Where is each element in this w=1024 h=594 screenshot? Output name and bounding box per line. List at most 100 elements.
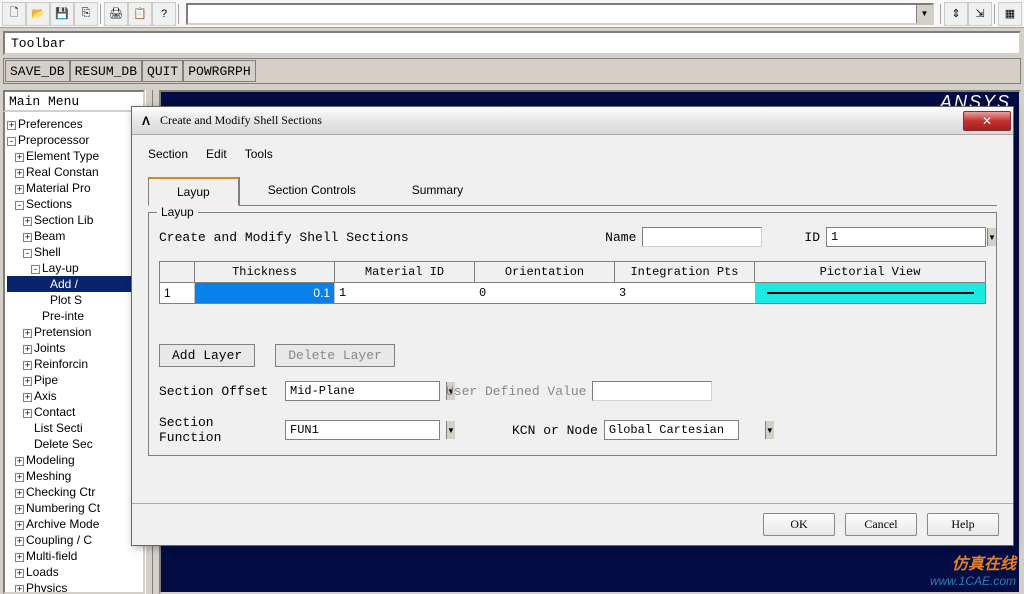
tree-item-modeling[interactable]: +Modeling (7, 452, 141, 468)
tree-item-shell[interactable]: -Shell (7, 244, 141, 260)
tree-item-real-constan[interactable]: +Real Constan (7, 164, 141, 180)
tree-item-plot-s[interactable]: Plot S (7, 292, 141, 308)
kcn-combo[interactable]: ▼ (604, 420, 739, 440)
chevron-down-icon[interactable]: ▼ (987, 228, 996, 246)
expander-icon[interactable]: - (7, 137, 16, 146)
print-icon[interactable]: 🖨 (104, 2, 128, 26)
tree-item-numbering-ct[interactable]: +Numbering Ct (7, 500, 141, 516)
resum-db-button[interactable]: RESUM_DB (70, 60, 142, 82)
tree-item-joints[interactable]: +Joints (7, 340, 141, 356)
tree-item-pipe[interactable]: +Pipe (7, 372, 141, 388)
expander-icon[interactable]: + (23, 377, 32, 386)
help-button[interactable]: Help (927, 513, 999, 536)
menu-edit[interactable]: Edit (206, 147, 227, 161)
expander-icon[interactable]: + (23, 233, 32, 242)
id-combo[interactable]: ▼ (826, 227, 986, 247)
menu-tools[interactable]: Tools (245, 147, 273, 161)
expander-icon[interactable]: + (15, 585, 24, 592)
tree-item-label: Beam (34, 229, 65, 243)
cell-orientation[interactable] (475, 283, 615, 303)
tab-layup[interactable]: Layup (148, 177, 239, 206)
tree-item-delete-sec[interactable]: Delete Sec (7, 436, 141, 452)
expander-icon[interactable]: + (23, 409, 32, 418)
cell-material-id[interactable]: ▼ (335, 283, 475, 303)
tree-item-physics[interactable]: +Physics (7, 580, 141, 592)
dialog-titlebar[interactable]: Λ Create and Modify Shell Sections ✕ (132, 107, 1013, 135)
main-menu-tree[interactable]: +Preferences-Preprocessor+Element Type+R… (5, 114, 143, 592)
expander-icon[interactable]: + (15, 505, 24, 514)
tree-item-list-secti[interactable]: List Secti (7, 420, 141, 436)
tree-item-archive-mode[interactable]: +Archive Mode (7, 516, 141, 532)
close-icon[interactable]: ✕ (963, 111, 1011, 131)
tree-item-pretension[interactable]: +Pretension (7, 324, 141, 340)
tab-section-controls[interactable]: Section Controls (239, 177, 384, 205)
tree-item-contact[interactable]: +Contact (7, 404, 141, 420)
powrgrph-button[interactable]: POWRGRPH (183, 60, 255, 82)
paste-icon[interactable]: 📋 (128, 2, 152, 26)
tree-item-preferences[interactable]: +Preferences (7, 116, 141, 132)
expander-icon[interactable]: + (7, 121, 16, 130)
combo-dropdown-icon[interactable]: ▼ (916, 5, 932, 23)
expander-icon[interactable]: + (23, 329, 32, 338)
save-icon[interactable]: 💾 (50, 2, 74, 26)
command-input[interactable] (188, 5, 916, 23)
tab-summary[interactable]: Summary (384, 177, 491, 205)
expander-icon[interactable]: - (15, 201, 24, 210)
cancel-button[interactable]: Cancel (845, 513, 917, 536)
cell-thickness[interactable]: 0.1 (195, 283, 335, 303)
fit-icon[interactable]: ⇲ (968, 2, 992, 26)
tree-item-loads[interactable]: +Loads (7, 564, 141, 580)
id-input[interactable] (827, 230, 987, 244)
tree-item-material-pro[interactable]: +Material Pro (7, 180, 141, 196)
expander-icon[interactable]: + (15, 489, 24, 498)
expander-icon[interactable]: + (15, 473, 24, 482)
quit-button[interactable]: QUIT (142, 60, 183, 82)
expander-icon[interactable]: + (15, 521, 24, 530)
save-db-button[interactable]: SAVE_DB (5, 60, 70, 82)
pan-icon[interactable]: ⇕ (944, 2, 968, 26)
chevron-down-icon[interactable]: ▼ (446, 421, 455, 439)
copy-icon[interactable]: ⎘ (74, 2, 98, 26)
tree-item-element-type[interactable]: +Element Type (7, 148, 141, 164)
tree-item-meshing[interactable]: +Meshing (7, 468, 141, 484)
expander-icon[interactable]: + (15, 457, 24, 466)
iso-icon[interactable]: ▦ (998, 2, 1022, 26)
expander-icon[interactable]: + (23, 393, 32, 402)
tree-item-add-[interactable]: Add / (7, 276, 141, 292)
tree-item-section-lib[interactable]: +Section Lib (7, 212, 141, 228)
expander-icon[interactable]: + (15, 553, 24, 562)
ok-button[interactable]: OK (763, 513, 835, 536)
new-icon[interactable]: 🗋 (2, 2, 26, 26)
expander-icon[interactable]: + (15, 569, 24, 578)
expander-icon[interactable]: + (23, 217, 32, 226)
help-icon[interactable]: ? (152, 2, 176, 26)
expander-icon[interactable]: - (23, 249, 32, 258)
tree-item-reinforcin[interactable]: +Reinforcin (7, 356, 141, 372)
expander-icon[interactable]: + (15, 185, 24, 194)
expander-icon[interactable]: + (23, 345, 32, 354)
expander-icon[interactable]: + (23, 361, 32, 370)
expander-icon[interactable]: + (15, 153, 24, 162)
delete-layer-button[interactable]: Delete Layer (275, 344, 395, 367)
tree-item-axis[interactable]: +Axis (7, 388, 141, 404)
tree-item-coupling-c[interactable]: +Coupling / C (7, 532, 141, 548)
tree-item-lay-up[interactable]: -Lay-up (7, 260, 141, 276)
tree-item-sections[interactable]: -Sections (7, 196, 141, 212)
name-input[interactable] (642, 227, 762, 247)
add-layer-button[interactable]: Add Layer (159, 344, 255, 367)
chevron-down-icon[interactable]: ▼ (765, 421, 774, 439)
expander-icon[interactable]: + (15, 537, 24, 546)
tree-item-preprocessor[interactable]: -Preprocessor (7, 132, 141, 148)
section-offset-combo[interactable]: ▼ (285, 381, 440, 401)
open-icon[interactable]: 📂 (26, 2, 50, 26)
tree-item-pre-inte[interactable]: Pre-inte (7, 308, 141, 324)
menu-section[interactable]: Section (148, 147, 188, 161)
tree-item-checking-ctr[interactable]: +Checking Ctr (7, 484, 141, 500)
expander-icon[interactable]: + (15, 169, 24, 178)
tree-item-beam[interactable]: +Beam (7, 228, 141, 244)
section-function-combo[interactable]: ▼ (285, 420, 440, 440)
tree-item-multi-field[interactable]: +Multi-field (7, 548, 141, 564)
expander-icon[interactable]: - (31, 265, 40, 274)
command-combo[interactable]: ▼ (186, 3, 934, 25)
cell-integration-pts[interactable]: ▼ (615, 283, 755, 303)
